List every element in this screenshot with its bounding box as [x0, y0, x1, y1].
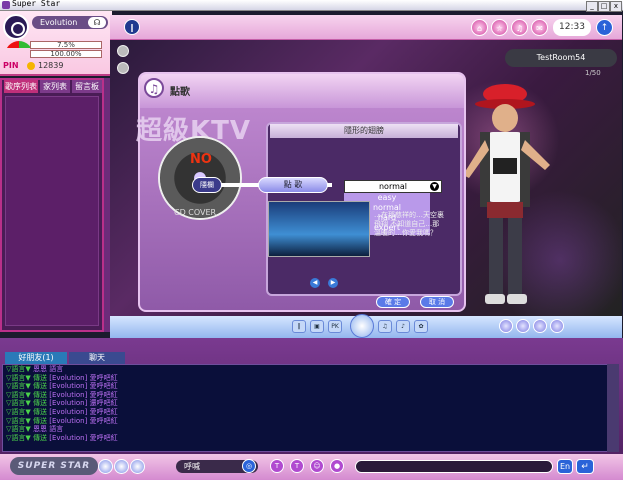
toolbar-music-icon[interactable]: ♫ [378, 320, 392, 333]
tab-message-board[interactable]: 留言板 [72, 80, 102, 93]
confirm-button[interactable]: 確 定 [376, 296, 410, 308]
emote-icon-1[interactable] [499, 319, 513, 333]
level-gauge [5, 41, 33, 55]
stat-bar-1: 7.5% [30, 41, 102, 49]
game-logo [3, 14, 29, 40]
avatar-dancer [455, 80, 555, 310]
superstar-logo: SUPER STAR [10, 457, 98, 475]
chat-line: ▽語言▼ 恩恩 語言 [6, 365, 64, 373]
chat-input[interactable] [355, 460, 553, 473]
music-note-icon: ♫ [144, 78, 164, 98]
emoticon-icon[interactable]: ◎ [242, 459, 256, 473]
room-name: TestRoom54 [505, 49, 617, 67]
minimize-button[interactable]: _ [586, 1, 598, 12]
tab-song-queue[interactable]: 歌序列表 [4, 80, 38, 93]
chat-line: ▽語言▼ 傳送 [Evolution] 愛呼吧紅 [6, 407, 118, 416]
pause-icon[interactable]: ‖ [124, 19, 140, 35]
dialog-title: 點歌 [170, 87, 190, 98]
close-button[interactable]: x [610, 1, 622, 12]
chat-line: ▽語言▼ 傳送 [Evolution] 愛呼吧紅 [6, 416, 118, 425]
mail-icon[interactable]: ✉ [531, 19, 548, 36]
side-person-icon[interactable] [117, 62, 129, 74]
prev-arrow-icon[interactable]: ◀ [310, 278, 320, 288]
clock: 12:33 [553, 19, 591, 36]
text-color-icon[interactable]: T [290, 459, 304, 473]
mv-preview [268, 201, 370, 257]
left-list-panel: 歌序列表 家列表 留言板 [0, 78, 104, 332]
friends-icon[interactable] [98, 459, 113, 474]
pick-song-button[interactable]: 點 歌 [258, 177, 328, 193]
window-titlebar: Super Star _ □ x [0, 0, 623, 12]
chat-scrollbar[interactable] [607, 364, 619, 452]
side-gear-icon[interactable] [117, 45, 129, 57]
chat-line: ▽語言▼ 恩恩 語言 [6, 425, 64, 434]
difficulty-select[interactable]: normal ▼ [344, 180, 442, 193]
hidden-toggle-button[interactable]: 隱欄 [192, 177, 222, 193]
center-knob[interactable] [350, 314, 374, 338]
stat-bar-2: 100.00% [30, 50, 102, 58]
toolbar-note-icon[interactable]: ♪ [396, 320, 410, 333]
language-toggle[interactable]: En [557, 459, 573, 474]
pin-label: PIN [3, 61, 19, 70]
chat-line: ▽語言▼ 傳送 [Evolution] 愛呼吧紅 [6, 433, 118, 442]
emote-icon-4[interactable] [550, 319, 564, 333]
smiley-icon[interactable]: ☺ [310, 459, 324, 473]
chat-line: ▽語言▼ 傳送 [Evolution] 愛呼吧紅 [6, 382, 118, 391]
chevron-down-icon[interactable]: ▼ [430, 182, 439, 191]
list-content [5, 96, 99, 326]
cd-cover-label: CD COVER [174, 208, 217, 217]
tab-chat[interactable]: 聊天 [69, 352, 125, 364]
arrow-up-icon[interactable]: ↑ [596, 19, 613, 36]
home-icon[interactable]: ⌂ [471, 19, 488, 36]
bubble-icon[interactable]: ● [330, 459, 344, 473]
difficulty-selected: normal [378, 182, 408, 191]
cancel-button[interactable]: 取 消 [420, 296, 454, 308]
song-dialog: ♫ 點歌 超級KTV NO CD COVER 隱形的翅膀 隱欄 點 歌 norm… [136, 72, 466, 312]
music-icon[interactable]: ♫ [511, 19, 528, 36]
star-icon[interactable]: ☆ [491, 19, 508, 36]
next-arrow-icon[interactable]: ▶ [328, 278, 338, 288]
emote-icon-3[interactable] [533, 319, 547, 333]
toolbar-flower-icon[interactable]: ✿ [414, 320, 428, 333]
chat-line: ▽語言▼ 傳送 [Evolution] 愛呼吧紅 [6, 373, 118, 382]
window-title: Super Star [12, 0, 61, 8]
send-button[interactable]: ↵ [576, 459, 594, 474]
chat-line: ▽語言▼ 傳送 [Evolution] 還呼吧紅 [6, 399, 118, 408]
maximize-button[interactable]: □ [598, 1, 610, 12]
headset-icon[interactable]: ☊ [88, 17, 106, 28]
tab-family-list[interactable]: 家列表 [40, 80, 70, 93]
chat-log: ▽語言▼ 恩恩 語言 ▽語言▼ 傳送 [Evolution] 愛呼吧紅 ▽語言▼… [2, 364, 608, 452]
profile-panel: Evolution ☊ 7.5% 100.00% PIN 12839 [0, 11, 112, 76]
user-icon[interactable] [130, 459, 145, 474]
tab-friends[interactable]: 好朋友(1) [5, 352, 67, 364]
song-title: 隱形的翅膀 [270, 124, 458, 138]
song-description: …在那慈祥的…天空裏 飛翔 不知道自己…那 溫暖的…你愛我嗎？ [374, 211, 444, 237]
mail-icon[interactable] [114, 459, 129, 474]
toolbar-screen-icon[interactable]: ▣ [310, 320, 324, 333]
emote-icon-2[interactable] [516, 319, 530, 333]
coin-count: 12839 [26, 60, 86, 72]
toolbar-pause-icon[interactable]: ‖ [292, 320, 306, 333]
toolbar-pk-button[interactable]: PK [328, 320, 342, 333]
app-icon [2, 1, 10, 9]
room-count: 1/50 [585, 69, 601, 77]
text-style-icon[interactable]: T [270, 459, 284, 473]
disc-no-label: NO [190, 152, 212, 167]
